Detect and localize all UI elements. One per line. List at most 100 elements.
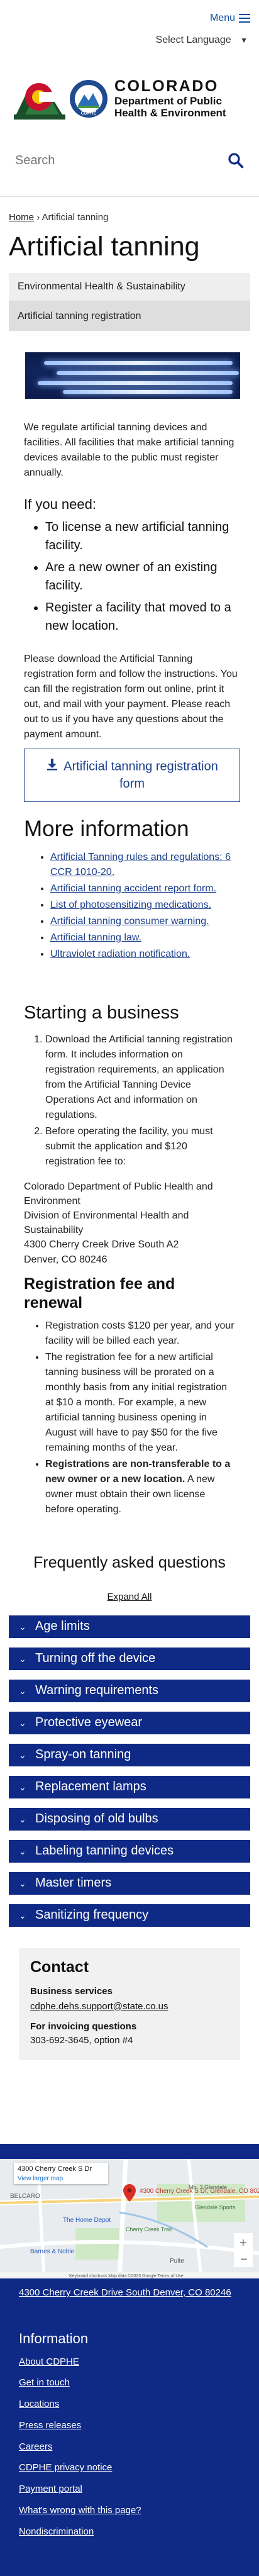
map-info-card: 4300 Cherry Creek S Dr View larger map: [14, 2163, 108, 2184]
footer-link-feedback[interactable]: What's wrong with this page?: [19, 2505, 141, 2516]
list-item: Registration costs $120 per year, and yo…: [45, 1319, 235, 1349]
footer-address-link[interactable]: 4300 Cherry Creek Drive South Denver, CO…: [19, 2287, 231, 2298]
footer-link-contact[interactable]: Get in touch: [19, 2377, 70, 2388]
faq-item-label: Disposing of old bulbs: [35, 1812, 158, 1826]
section-nav-current[interactable]: Artificial tanning registration: [9, 301, 250, 331]
faq-item-label: Replacement lamps: [35, 1780, 146, 1794]
steps-list: Download the Artificial tanning registra…: [24, 1026, 235, 1169]
faq-item-warning[interactable]: ⌄ Warning requirements: [9, 1679, 250, 1702]
faq-item-age-limits[interactable]: ⌄ Age limits: [9, 1615, 250, 1638]
search-bar: [9, 141, 250, 180]
chevron-down-icon: ⌄: [19, 1653, 26, 1664]
faq-item-eyewear[interactable]: ⌄ Protective eyewear: [9, 1711, 250, 1734]
invoicing-phone: 303-692-3645, option #4: [30, 2035, 133, 2046]
site-footer: BELCARO The Home Depot Barnes & Noble Ch…: [0, 2144, 259, 2576]
address-line: Denver, CO 80246: [24, 1254, 107, 1265]
logo-state-name: COLORADO: [114, 77, 219, 96]
section-nav-parent[interactable]: Environmental Health & Sustainability: [9, 273, 250, 301]
faq-item-turning-off[interactable]: ⌄ Turning off the device: [9, 1647, 250, 1670]
location-map[interactable]: BELCARO The Home Depot Barnes & Noble Ch…: [0, 2159, 259, 2278]
svg-text:+: +: [240, 2236, 247, 2250]
menu-button[interactable]: Menu: [210, 11, 250, 25]
faq-item-spray-on[interactable]: ⌄ Spray-on tanning: [9, 1743, 250, 1766]
chevron-down-icon: ⌄: [19, 1781, 26, 1792]
page-title: Artificial tanning: [9, 231, 200, 262]
address-line: 4300 Cherry Creek Drive South A2: [24, 1239, 179, 1251]
menu-label: Menu: [209, 13, 235, 23]
download-form-button[interactable]: Artificial tanning registration form: [24, 748, 240, 802]
faq-heading: Frequently asked questions: [33, 1553, 226, 1571]
footer-link-nondiscrimination[interactable]: Nondiscrimination: [19, 2526, 94, 2537]
svg-text:−: −: [240, 2253, 248, 2267]
faq-item-replacement-lamps[interactable]: ⌄ Replacement lamps: [9, 1775, 250, 1798]
tanning-bed-image: [25, 352, 240, 399]
footer-link-privacy[interactable]: CDPHE privacy notice: [19, 2462, 112, 2473]
faq-item-label: Spray-on tanning: [35, 1748, 131, 1762]
starting-business-heading: Starting a business: [24, 1002, 179, 1023]
need-list: To license a new artificial tanning faci…: [0, 515, 259, 635]
list-item: Are a new owner of an existing facility.: [45, 559, 240, 595]
faq-item-label: Age limits: [35, 1619, 90, 1634]
map-label: Pulte: [170, 2258, 184, 2265]
footer-link-about[interactable]: About CDPHE: [19, 2356, 79, 2367]
tanning-law-link[interactable]: Artificial tanning law.: [50, 932, 141, 943]
chevron-down-icon: ⌄: [19, 1878, 26, 1888]
download-icon: [46, 758, 58, 776]
more-info-heading: More information: [24, 816, 189, 841]
chevron-down-icon: ▼: [240, 36, 248, 45]
consumer-warning-link[interactable]: Artificial tanning consumer warning.: [50, 916, 209, 927]
starting-business-section: Starting a business Download the Artific…: [0, 963, 259, 1517]
business-email-link[interactable]: cdphe.dehs.support@state.co.us: [30, 2001, 168, 2012]
breadcrumb-home-link[interactable]: Home: [9, 212, 34, 223]
breadcrumb-current: Artificial tanning: [41, 212, 109, 223]
search-icon[interactable]: [228, 152, 244, 169]
view-larger-map-link[interactable]: View larger map: [18, 2175, 104, 2184]
logo-dept-line2: Health & Environment: [114, 107, 226, 120]
search-input[interactable]: [15, 153, 204, 168]
faq-item-master-timers[interactable]: ⌄ Master timers: [9, 1871, 250, 1895]
expand-all-link[interactable]: Expand All: [0, 1574, 259, 1604]
breadcrumb-separator: ›: [36, 212, 40, 223]
uv-notification-link[interactable]: Ultraviolet radiation notification.: [50, 949, 190, 959]
footer-link-press[interactable]: Press releases: [19, 2420, 81, 2431]
fee-list: Registration costs $120 per year, and yo…: [24, 1312, 235, 1517]
footer-address: 4300 Cherry Creek Drive South Denver, CO…: [0, 2278, 259, 2300]
language-label: Select Language: [155, 35, 231, 45]
list-item: Registrations are non-transferable to a …: [45, 1457, 235, 1517]
photosensitizing-medications-link[interactable]: List of photosensitizing medications.: [50, 900, 211, 910]
business-services-label: Business services: [30, 1986, 113, 1997]
chevron-down-icon: ⌄: [19, 1910, 26, 1921]
site-logo[interactable]: CDPHE COLORADO Department of Public Heal…: [0, 63, 259, 135]
svg-text:CDPHE: CDPHE: [81, 111, 97, 116]
chevron-down-icon: ⌄: [19, 1717, 26, 1728]
rules-regulations-link[interactable]: Artificial Tanning rules and regulations…: [50, 852, 231, 878]
list-item: Download the Artificial tanning registra…: [45, 1032, 235, 1123]
faq-item-labeling[interactable]: ⌄ Labeling tanning devices: [9, 1839, 250, 1863]
faq-item-disposing-bulbs[interactable]: ⌄ Disposing of old bulbs: [9, 1807, 250, 1831]
chevron-down-icon: ⌄: [19, 1749, 26, 1760]
need-heading: If you need:: [24, 496, 96, 512]
invoicing-label: For invoicing questions: [30, 2021, 137, 2032]
list-item: To license a new artificial tanning faci…: [45, 518, 240, 555]
map-label: The Home Depot: [63, 2217, 111, 2224]
faq-accordion: ⌄ Age limits ⌄ Turning off the device ⌄ War…: [9, 1615, 250, 1927]
map-title: 4300 Cherry Creek S Dr: [18, 2165, 92, 2173]
address-line: Colorado Department of Public Health and…: [24, 1181, 213, 1207]
faq-item-label: Master timers: [35, 1876, 112, 1890]
footer-link-careers[interactable]: Careers: [19, 2441, 52, 2452]
address-line: Division of Environmental Health and Sus…: [24, 1210, 189, 1236]
list-item: The registration fee for a new artificia…: [45, 1350, 235, 1456]
hamburger-icon: [239, 13, 250, 23]
footer-link-locations[interactable]: Locations: [19, 2399, 59, 2409]
accident-report-link[interactable]: Artificial tanning accident report form.: [50, 883, 216, 894]
mailing-address: Colorado Department of Public Health and…: [24, 1171, 235, 1267]
map-label: Glendale Sports: [195, 2204, 236, 2211]
fee-heading: Registration fee and renewal: [24, 1274, 175, 1312]
section-nav: Environmental Health & Sustainability Ar…: [9, 273, 250, 331]
faq-item-sanitizing[interactable]: ⌄ Sanitizing frequency: [9, 1904, 250, 1927]
chevron-down-icon: ⌄: [19, 1621, 26, 1632]
map-label: Barnes & Noble: [30, 2248, 74, 2255]
intro-text: We regulate artificial tanning devices a…: [24, 421, 234, 478]
footer-link-payment[interactable]: Payment portal: [19, 2484, 82, 2494]
language-selector[interactable]: Select Language ▼: [0, 29, 259, 63]
